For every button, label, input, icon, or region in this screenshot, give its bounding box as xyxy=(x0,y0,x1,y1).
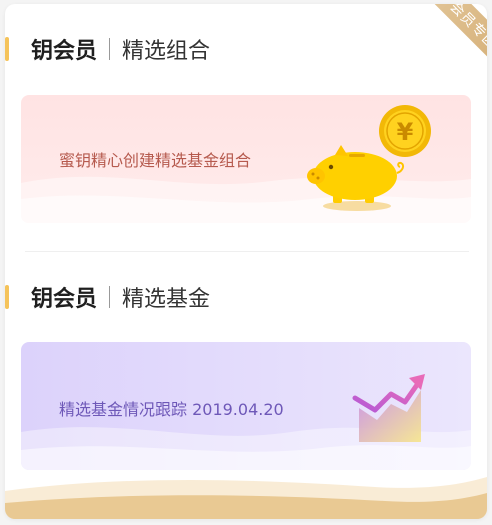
header-separator xyxy=(109,286,111,308)
fund-tracking-banner[interactable]: 精选基金情况跟踪 2019.04.20 xyxy=(21,342,471,470)
section-title: 精选组合 xyxy=(122,39,211,64)
accent-bar xyxy=(5,285,9,309)
ribbon-label: 会员专区 xyxy=(446,4,487,53)
section-brand: 钥会员 xyxy=(31,287,98,312)
section-header-funds: 钥会员 精选基金 xyxy=(5,282,210,312)
portfolio-banner[interactable]: 蜜钥精心创建精选基金组合 ¥ xyxy=(21,95,471,223)
ribbon-band: 会员专区 xyxy=(418,4,487,81)
fund-tracking-banner-text: 精选基金情况跟踪 2019.04.20 xyxy=(59,400,284,419)
trend-chart-icon xyxy=(352,374,425,442)
member-zone-card: 会员专区 钥会员 精选组合 蜜钥精心创建精选基金组合 ¥ 钥会员 精选基金 精选… xyxy=(5,4,487,519)
header-separator xyxy=(109,38,111,60)
bottom-gold-wave xyxy=(5,477,487,519)
portfolio-banner-text: 蜜钥精心创建精选基金组合 xyxy=(59,151,252,170)
section-brand: 钥会员 xyxy=(31,39,98,64)
member-zone-ribbon: 会员专区 xyxy=(403,4,487,88)
svg-text:¥: ¥ xyxy=(397,118,414,146)
accent-bar xyxy=(5,37,9,61)
section-divider xyxy=(25,251,469,252)
section-title: 精选基金 xyxy=(122,287,211,312)
piggy-bank-coin-icon: ¥ xyxy=(307,105,431,211)
section-header-portfolio: 钥会员 精选组合 xyxy=(5,34,210,64)
